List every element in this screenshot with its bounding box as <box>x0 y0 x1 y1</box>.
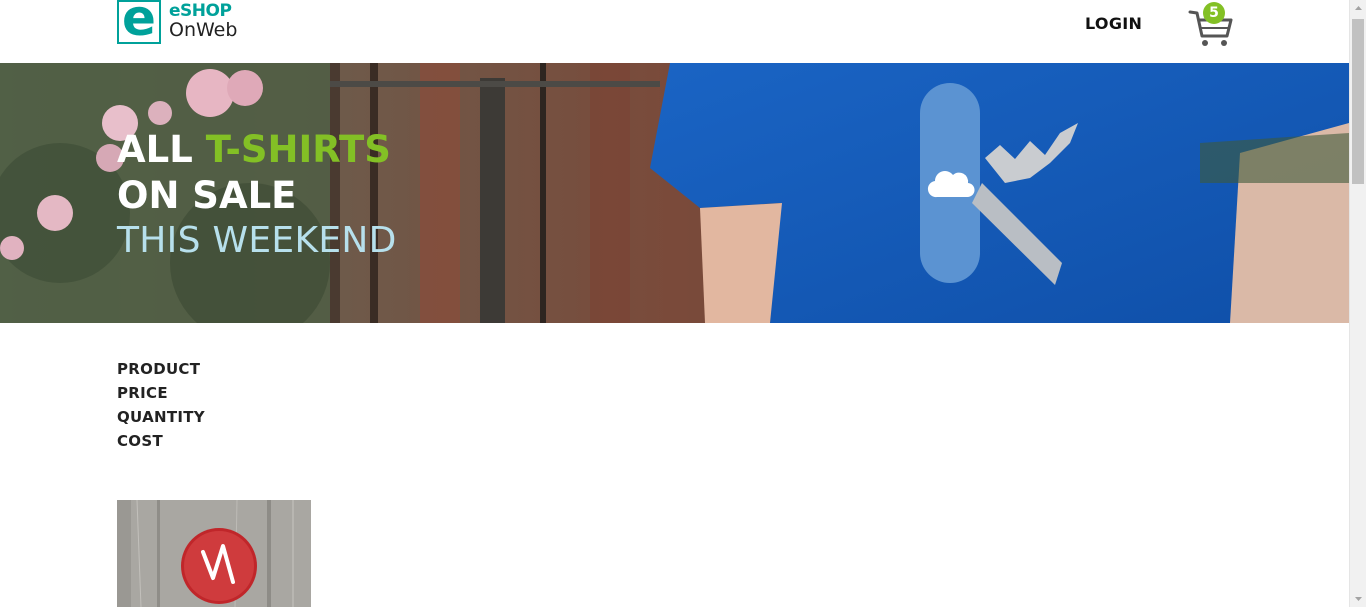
column-header-price: PRICE <box>117 384 168 402</box>
hero-line-2: ON SALE <box>117 174 297 217</box>
hero-line-1-prefix: ALL <box>117 128 193 171</box>
scrollbar-thumb[interactable] <box>1352 19 1364 184</box>
column-header-cost: COST <box>117 432 163 450</box>
hero-headline: ALL T-SHIRTS ON SALE THIS WEEKEND <box>117 131 397 259</box>
hero-banner[interactable]: ALL T-SHIRTS ON SALE THIS WEEKEND <box>0 63 1349 323</box>
login-link[interactable]: LOGIN <box>1085 14 1142 33</box>
hero-line-3: THIS WEEKEND <box>117 220 397 261</box>
basket-column-headers: PRODUCT PRICE QUANTITY COST <box>117 357 205 453</box>
hero-line-1-accent: T-SHIRTS <box>205 128 391 171</box>
logo-text-onweb: OnWeb <box>169 19 238 41</box>
eshop-logo[interactable]: e eSHOP OnWeb <box>117 0 247 46</box>
cart-count-badge: 5 <box>1203 2 1225 24</box>
cart-button[interactable]: 5 <box>1188 2 1234 47</box>
product-image <box>117 500 311 607</box>
arrow-up-icon[interactable] <box>1350 0 1366 17</box>
page-scrollbar[interactable] <box>1349 0 1366 607</box>
header: e eSHOP OnWeb LOGIN 5 <box>0 0 1349 63</box>
product-pin-image <box>117 500 311 607</box>
logo-mark-icon: e <box>117 0 161 44</box>
arrow-down-icon[interactable] <box>1350 590 1366 607</box>
logo-text-eshop: eSHOP <box>169 1 232 21</box>
column-header-quantity: QUANTITY <box>117 408 205 426</box>
hero-line-1: ALL T-SHIRTS <box>117 131 397 177</box>
column-header-product: PRODUCT <box>117 360 201 378</box>
